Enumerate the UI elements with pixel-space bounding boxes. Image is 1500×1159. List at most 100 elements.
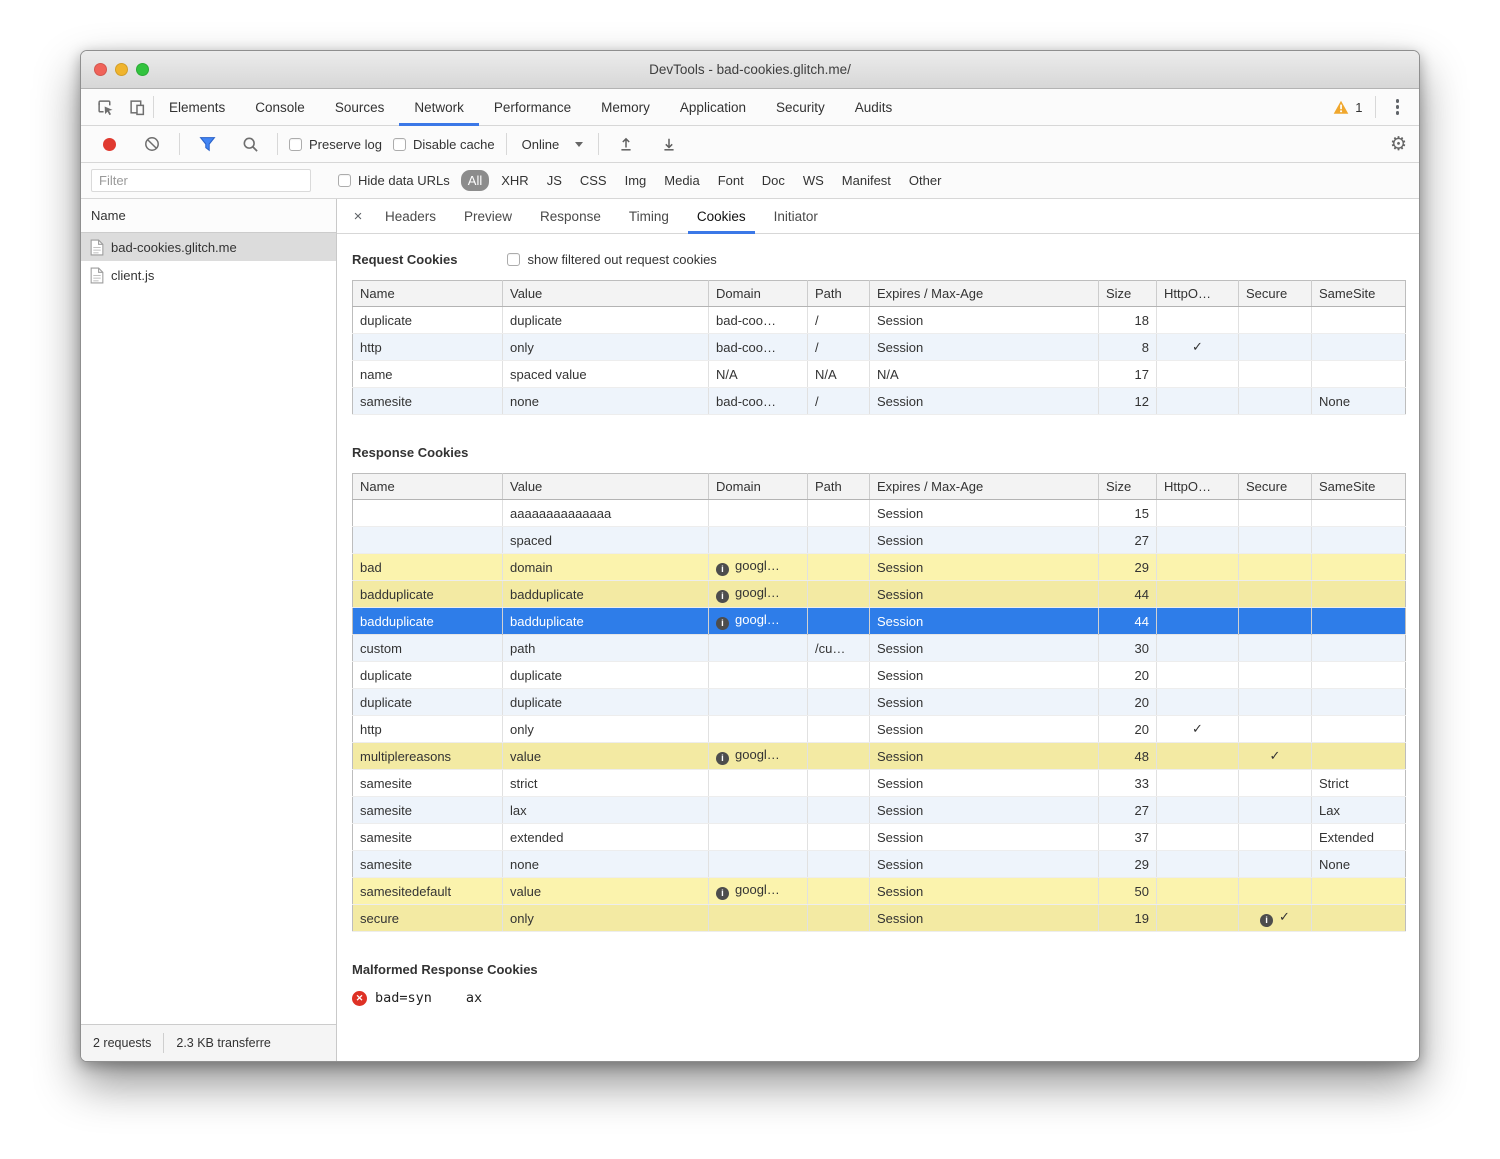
inspect-element-button[interactable] [89,89,121,125]
request-list-header[interactable]: Name [81,199,336,233]
search-button[interactable] [234,136,266,153]
type-filter-xhr[interactable]: XHR [492,170,537,191]
column-header-size[interactable]: Size [1099,281,1157,307]
close-window-button[interactable] [94,63,107,76]
column-header-httpo[interactable]: HttpO… [1157,474,1239,500]
more-options-icon[interactable] [1388,99,1408,115]
column-header-value[interactable]: Value [503,474,709,500]
column-header-expiresmaxage[interactable]: Expires / Max-Age [870,474,1099,500]
tab-security[interactable]: Security [761,89,840,125]
disable-cache-checkbox[interactable] [393,138,406,151]
cell-path [808,851,870,878]
type-filter-manifest[interactable]: Manifest [833,170,900,191]
tab-elements[interactable]: Elements [154,89,240,125]
detail-tab-headers[interactable]: Headers [371,199,450,233]
cell-domain: bad-coo… [709,388,808,415]
column-header-samesite[interactable]: SameSite [1312,474,1406,500]
column-header-httpo[interactable]: HttpO… [1157,281,1239,307]
tab-console[interactable]: Console [240,89,320,125]
cookie-row[interactable]: samesitelaxSession27Lax [353,797,1406,824]
title-bar: DevTools - bad-cookies.glitch.me/ [81,51,1419,89]
tab-network[interactable]: Network [399,89,479,125]
cookie-row[interactable]: aaaaaaaaaaaaaaSession15 [353,500,1406,527]
filter-toggle-button[interactable] [191,136,223,152]
type-filter-other[interactable]: Other [900,170,951,191]
cookie-row[interactable]: samesitenonebad-coo…/Session12None [353,388,1406,415]
column-header-domain[interactable]: Domain [709,281,808,307]
cookie-row[interactable]: custompath/cu…Session30 [353,635,1406,662]
request-list-item[interactable]: client.js [81,261,336,289]
import-har-button[interactable] [610,136,642,152]
cell-name: bad [353,554,503,581]
tab-application[interactable]: Application [665,89,761,125]
column-header-size[interactable]: Size [1099,474,1157,500]
cookie-row[interactable]: samesitestrictSession33Strict [353,770,1406,797]
cell-value: none [503,851,709,878]
cookie-row[interactable]: namespaced valueN/AN/AN/A17 [353,361,1406,388]
cookie-row[interactable]: duplicateduplicateSession20 [353,662,1406,689]
cookie-row[interactable]: baddomainigoogl…Session29 [353,554,1406,581]
type-filter-js[interactable]: JS [538,170,571,191]
tab-performance[interactable]: Performance [479,89,586,125]
column-header-domain[interactable]: Domain [709,474,808,500]
cookie-row[interactable]: multiplereasonsvalueigoogl…Session48✓ [353,743,1406,770]
minimize-window-button[interactable] [115,63,128,76]
filter-input[interactable] [91,169,311,192]
column-header-samesite[interactable]: SameSite [1312,281,1406,307]
tab-sources[interactable]: Sources [320,89,400,125]
detail-tab-response[interactable]: Response [526,199,615,233]
show-filtered-checkbox[interactable] [507,253,520,266]
preserve-log-checkbox[interactable] [289,138,302,151]
detail-tab-cookies[interactable]: Cookies [683,199,760,233]
column-header-expiresmaxage[interactable]: Expires / Max-Age [870,281,1099,307]
type-filter-media[interactable]: Media [655,170,708,191]
type-filter-ws[interactable]: WS [794,170,833,191]
request-cookies-table-container: NameValueDomainPathExpires / Max-AgeSize… [352,280,1404,415]
tab-memory[interactable]: Memory [586,89,665,125]
detail-tab-timing[interactable]: Timing [615,199,683,233]
column-header-value[interactable]: Value [503,281,709,307]
device-toolbar-button[interactable] [121,89,153,125]
type-filter-css[interactable]: CSS [571,170,616,191]
cookie-row[interactable]: badduplicatebadduplicateigoogl…Session44 [353,608,1406,635]
cookie-row[interactable]: samesitenoneSession29None [353,851,1406,878]
cookie-row[interactable]: secureonlySession19i✓ [353,905,1406,932]
throttling-dropdown[interactable]: Online [518,137,588,152]
settings-gear-icon[interactable]: ⚙ [1390,135,1407,154]
column-header-name[interactable]: Name [353,474,503,500]
cookie-row[interactable]: badduplicatebadduplicateigoogl…Session44 [353,581,1406,608]
type-filter-font[interactable]: Font [709,170,753,191]
column-header-path[interactable]: Path [808,281,870,307]
record-button[interactable] [93,138,125,151]
close-detail-button[interactable]: × [345,199,371,233]
column-header-secure[interactable]: Secure [1239,281,1312,307]
zoom-window-button[interactable] [136,63,149,76]
cell-name: custom [353,635,503,662]
cookie-row[interactable]: samesiteextendedSession37Extended [353,824,1406,851]
clear-button[interactable] [136,136,168,152]
cookie-row[interactable]: httponlybad-coo…/Session8✓ [353,334,1406,361]
tab-audits[interactable]: Audits [840,89,908,125]
column-header-secure[interactable]: Secure [1239,474,1312,500]
cookie-row[interactable]: duplicateduplicatebad-coo…/Session18 [353,307,1406,334]
column-header-path[interactable]: Path [808,474,870,500]
warnings-badge[interactable]: 1 [1333,100,1362,115]
detail-tab-initiator[interactable]: Initiator [760,199,832,233]
cookie-row[interactable]: duplicateduplicateSession20 [353,689,1406,716]
cookie-row[interactable]: httponlySession20✓ [353,716,1406,743]
cookie-row[interactable]: spacedSession27 [353,527,1406,554]
cell-value: extended [503,824,709,851]
type-filter-doc[interactable]: Doc [753,170,794,191]
request-list-item[interactable]: bad-cookies.glitch.me [81,233,336,261]
request-list: bad-cookies.glitch.meclient.js [81,233,336,1024]
type-filter-img[interactable]: Img [616,170,656,191]
column-header-name[interactable]: Name [353,281,503,307]
detail-tab-preview[interactable]: Preview [450,199,526,233]
export-har-button[interactable] [653,136,685,152]
cell-value: aaaaaaaaaaaaaa [503,500,709,527]
type-filter-all[interactable]: All [461,170,489,191]
divider [598,133,599,155]
hide-data-urls-checkbox[interactable] [338,174,351,187]
cell-domain: igoogl… [709,581,808,608]
cookie-row[interactable]: samesitedefaultvalueigoogl…Session50 [353,878,1406,905]
